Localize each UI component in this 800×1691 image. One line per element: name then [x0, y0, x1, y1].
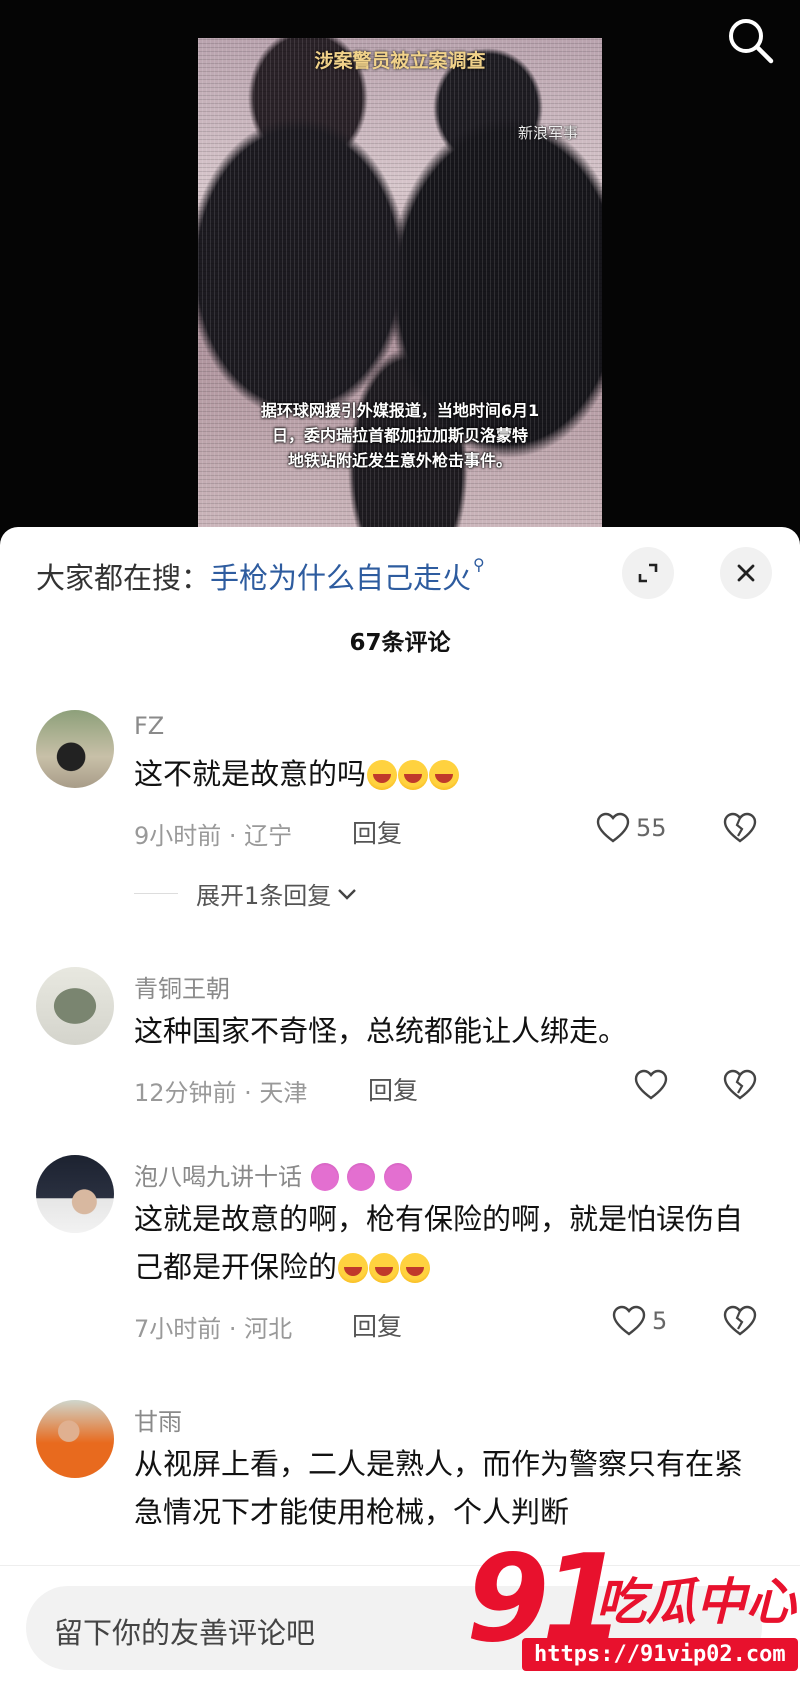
video-title: 涉案警员被立案调查	[314, 50, 486, 72]
like-button[interactable]: 5	[612, 1305, 667, 1337]
reply-button[interactable]: 回复	[368, 1071, 418, 1107]
like-button[interactable]: 55	[596, 812, 667, 844]
video-caption: 据环球网援引外媒报道，当地时间6月1 日，委内瑞拉首都加拉加斯贝洛蒙特 地铁站附…	[214, 398, 586, 473]
expand-replies-label: 展开1条回复	[196, 882, 332, 910]
dislike-button[interactable]	[722, 1305, 758, 1341]
search-suggestion[interactable]: 大家都在搜：手枪为什么自己走火 ⚲	[36, 555, 485, 597]
comment-input-placeholder: 留下你的友善评论吧	[54, 1616, 316, 1650]
close-icon	[737, 564, 755, 582]
search-suggestion-label: 大家都在搜：	[36, 561, 211, 595]
broken-heart-icon	[723, 1305, 757, 1336]
dislike-button[interactable]	[722, 1069, 758, 1105]
comment-author-name: 泡八喝九讲十话	[134, 1163, 302, 1191]
grinning-sweat-emoji-icon	[369, 1253, 400, 1283]
comment-author[interactable]: 甘雨	[134, 1402, 182, 1437]
expand-button[interactable]	[622, 547, 674, 599]
comment-text-content: 这不就是故意的吗	[134, 757, 367, 791]
comment-author[interactable]: 青铜王朝	[134, 969, 230, 1004]
heart-icon	[634, 1069, 668, 1100]
video-watermark: 新浪军事	[517, 124, 578, 142]
comment-item: FZ 这不就是故意的吗 9小时前 · 辽宁 回复 55 展开1条回复	[0, 710, 800, 940]
devil-emoji-icon	[310, 1163, 339, 1191]
comment-item: 泡八喝九讲十话 这就是故意的啊，枪有保险的啊，就是怕误伤自己都是开保险的 7小时…	[0, 1155, 800, 1375]
heart-icon	[596, 812, 630, 843]
close-button[interactable]	[720, 547, 772, 599]
grinning-sweat-emoji-icon	[400, 1253, 431, 1283]
comment-text: 这不就是故意的吗	[134, 750, 754, 798]
video-caption-line: 日，委内瑞拉首都加拉加斯贝洛蒙特	[271, 426, 528, 445]
watermark-url: https://91vip02.com	[522, 1638, 798, 1671]
site-watermark: 91 吃瓜中心 https://91vip02.com	[466, 1540, 798, 1690]
watermark-brand-text: 吃瓜中心	[596, 1573, 796, 1631]
comment-text-content: 这就是故意的啊，枪有保险的啊，就是怕误伤自己都是开保险的	[134, 1202, 744, 1284]
grinning-sweat-emoji-icon	[338, 1253, 369, 1283]
like-count: 55	[636, 814, 667, 842]
avatar[interactable]	[36, 1400, 114, 1478]
comment-item: 青铜王朝 这种国家不奇怪，总统都能让人绑走。 12分钟前 · 天津 回复	[0, 967, 800, 1127]
comment-text: 从视屏上看，二人是熟人，而作为警察只有在紧急情况下才能使用枪械，个人判断	[134, 1447, 744, 1529]
comment-author[interactable]: FZ	[134, 712, 164, 740]
heart-icon	[612, 1305, 646, 1336]
video-caption-line: 地铁站附近发生意外枪击事件。	[287, 451, 512, 470]
comment-author[interactable]: 泡八喝九讲十话	[134, 1157, 412, 1192]
crying-laughing-emoji-icon	[367, 760, 398, 790]
avatar[interactable]	[36, 967, 114, 1045]
expand-replies-button[interactable]: 展开1条回复	[134, 876, 359, 911]
reply-button[interactable]: 回复	[352, 814, 402, 850]
dislike-button[interactable]	[722, 812, 758, 848]
comment-text: 这种国家不奇怪，总统都能让人绑走。	[134, 1014, 628, 1048]
divider	[134, 893, 178, 894]
video-caption-line: 据环球网援引外媒报道，当地时间6月1	[260, 401, 540, 420]
video-frame[interactable]: 涉案警员被立案调查 新浪军事 据环球网援引外媒报道，当地时间6月1 日，委内瑞拉…	[198, 38, 602, 540]
like-count: 5	[652, 1307, 668, 1335]
reply-button[interactable]: 回复	[352, 1307, 402, 1343]
comment-text: 这就是故意的啊，枪有保险的啊，就是怕误伤自己都是开保险的	[134, 1195, 754, 1291]
search-icon	[729, 19, 774, 64]
comments-sheet: 大家都在搜：手枪为什么自己走火 ⚲ 67条评论 FZ 这不就是故意的吗 9小时前 …	[0, 527, 800, 1690]
expand-icon	[638, 563, 658, 583]
comment-meta: 9小时前 · 辽宁	[134, 822, 293, 850]
crying-laughing-emoji-icon	[398, 760, 429, 790]
avatar[interactable]	[36, 1155, 114, 1233]
broken-heart-icon	[723, 1069, 757, 1100]
chevron-down-icon	[338, 888, 357, 900]
crying-laughing-emoji-icon	[429, 760, 460, 790]
like-button[interactable]	[634, 1069, 668, 1101]
broken-heart-icon	[723, 812, 757, 843]
search-button[interactable]	[724, 14, 778, 68]
comment-count: 67条评论	[349, 630, 451, 656]
avatar[interactable]	[36, 710, 114, 788]
search-small-icon: ⚲	[473, 555, 485, 574]
video-player[interactable]: 涉案警员被立案调查 新浪军事 据环球网援引外媒报道，当地时间6月1 日，委内瑞拉…	[0, 0, 800, 540]
comment-meta: 7小时前 · 河北	[134, 1315, 293, 1343]
devil-emoji-icon	[347, 1163, 376, 1191]
search-suggestion-term[interactable]: 手枪为什么自己走火	[210, 561, 471, 595]
comment-meta: 12分钟前 · 天津	[134, 1079, 308, 1107]
devil-emoji-icon	[383, 1163, 412, 1191]
